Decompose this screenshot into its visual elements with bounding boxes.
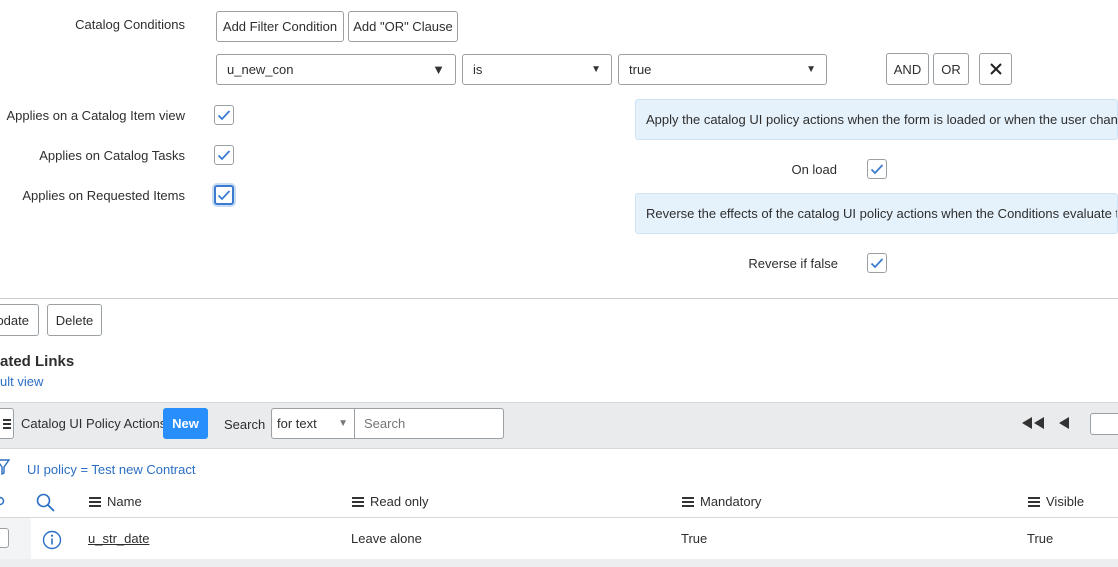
reverse-if-false-checkbox[interactable]: [867, 253, 887, 273]
column-menu-icon: [352, 495, 364, 509]
column-header-mandatory[interactable]: Mandatory: [682, 494, 761, 509]
page-number-input[interactable]: [1090, 413, 1118, 435]
search-label: Search: [224, 417, 266, 432]
chevron-down-icon: ▼: [338, 418, 348, 429]
row-read-only: Leave alone: [351, 531, 422, 546]
default-view-link[interactable]: ult view: [0, 374, 43, 389]
search-input[interactable]: [354, 408, 504, 439]
first-page-icon[interactable]: [1021, 416, 1045, 433]
remove-condition-button[interactable]: [979, 53, 1012, 85]
row-mandatory: True: [681, 531, 708, 546]
checkmark-icon: [217, 110, 231, 121]
requested-items-checkbox[interactable]: [214, 185, 234, 205]
breadcrumb[interactable]: UI policy = Test new Contract: [27, 462, 195, 477]
checkmark-icon: [217, 190, 231, 201]
onload-info-text: Apply the catalog UI policy actions when…: [646, 112, 1118, 127]
search-field-value: for text: [277, 416, 317, 431]
catalog-tasks-label: Applies on Catalog Tasks: [39, 148, 185, 163]
list-title: Catalog UI Policy Actions: [21, 416, 167, 431]
catalog-item-view-checkbox[interactable]: [214, 105, 234, 125]
reverse-info-box: Reverse the effects of the catalog UI po…: [635, 193, 1118, 234]
column-menu-icon: [1028, 495, 1040, 509]
table-footer: [0, 559, 1118, 567]
new-button[interactable]: New: [163, 408, 208, 439]
row-checkbox[interactable]: [0, 528, 9, 548]
chevron-down-icon: ▼: [806, 64, 816, 75]
requested-items-label: Applies on Requested Items: [22, 188, 185, 203]
and-button[interactable]: AND: [886, 53, 929, 85]
row-visible: True: [1027, 531, 1054, 546]
info-icon[interactable]: [42, 530, 62, 553]
column-header-label: Mandatory: [700, 494, 762, 509]
column-header-read-only[interactable]: Read only: [352, 494, 429, 509]
chevron-down-icon: ▼: [432, 62, 445, 77]
search-field-select[interactable]: for text ▼: [271, 408, 355, 439]
search-icon[interactable]: [36, 493, 55, 515]
form-divider: [0, 298, 1118, 299]
row-name-link[interactable]: u_str_date: [88, 531, 149, 546]
checkmark-icon: [870, 164, 884, 175]
chevron-down-icon: ▼: [591, 64, 601, 75]
catalog-item-view-label: Applies on a Catalog Item view: [6, 108, 185, 123]
list-menu-button[interactable]: [0, 408, 14, 439]
column-header-label: Visible: [1046, 494, 1085, 509]
onload-info-box: Apply the catalog UI policy actions when…: [635, 99, 1118, 140]
add-or-clause-button[interactable]: Add "OR" Clause: [348, 11, 458, 42]
checkmark-icon: [217, 150, 231, 161]
close-icon: [989, 63, 1002, 75]
or-button[interactable]: OR: [933, 53, 969, 85]
onload-checkbox[interactable]: [867, 159, 887, 179]
condition-operator-value: is: [473, 62, 483, 77]
previous-page-icon[interactable]: [1058, 416, 1070, 433]
delete-button[interactable]: Delete: [47, 304, 102, 336]
condition-field-value: u_new_con: [227, 62, 294, 77]
related-links-title: ated Links: [0, 353, 75, 370]
update-button[interactable]: odate: [0, 304, 39, 336]
column-header-label: Read only: [370, 494, 429, 509]
column-menu-icon: [682, 495, 694, 509]
catalog-tasks-checkbox[interactable]: [214, 145, 234, 165]
column-settings-icon[interactable]: [0, 494, 6, 511]
onload-label: On load: [791, 162, 837, 177]
add-filter-condition-button[interactable]: Add Filter Condition: [216, 11, 344, 42]
hamburger-icon: [3, 417, 11, 431]
column-header-visible[interactable]: Visible: [1028, 494, 1084, 509]
condition-field-select[interactable]: u_new_con ▼: [216, 54, 456, 85]
column-header-label: Name: [107, 494, 142, 509]
condition-value-value: true: [629, 62, 652, 77]
table-row: u_str_date Leave alone True True: [0, 518, 1118, 559]
column-header-name[interactable]: Name: [89, 494, 142, 509]
column-menu-icon: [89, 495, 101, 509]
reverse-if-false-label: Reverse if false: [748, 256, 838, 271]
filter-icon[interactable]: [0, 459, 11, 478]
catalog-conditions-label: Catalog Conditions: [75, 17, 185, 32]
condition-operator-select[interactable]: is ▼: [462, 54, 612, 85]
checkmark-icon: [870, 258, 884, 269]
reverse-info-text: Reverse the effects of the catalog UI po…: [646, 206, 1118, 221]
condition-value-select[interactable]: true ▼: [618, 54, 827, 85]
